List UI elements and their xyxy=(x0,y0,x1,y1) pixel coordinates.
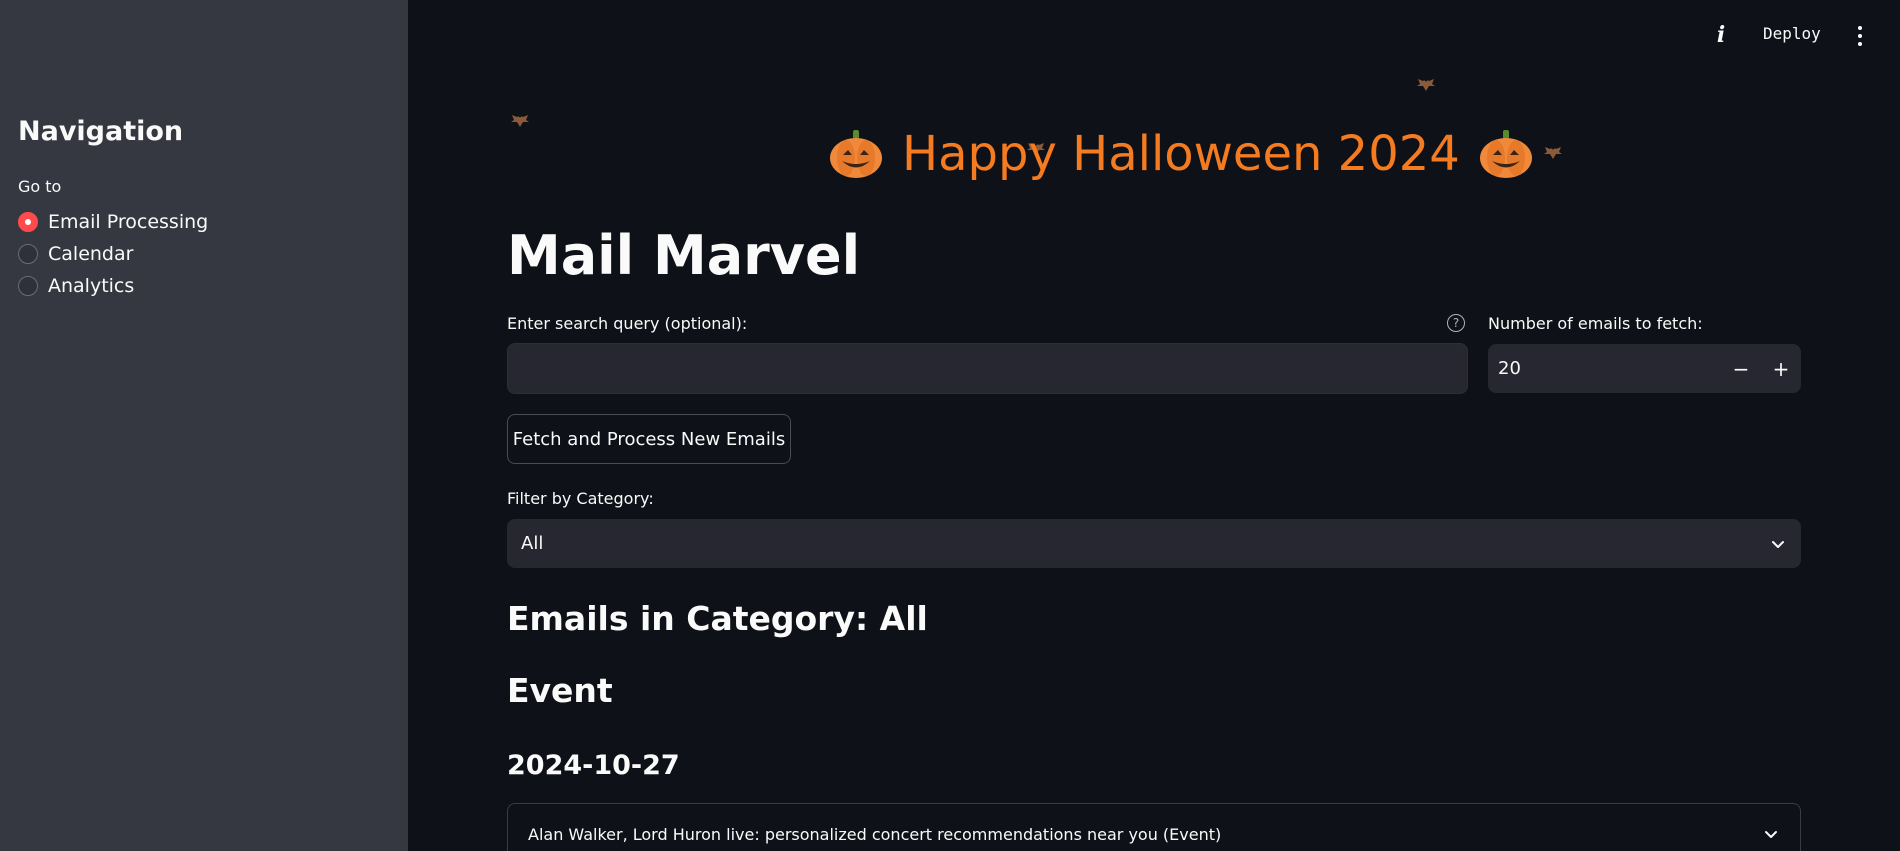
category-select[interactable]: All xyxy=(507,519,1801,568)
banner-text: Happy Halloween 2024 xyxy=(902,126,1460,182)
radio-email-processing[interactable]: Email Processing xyxy=(18,211,208,233)
page-title: Mail Marvel xyxy=(507,224,861,287)
kebab-menu-icon[interactable] xyxy=(1851,24,1869,48)
help-icon[interactable]: ? xyxy=(1447,314,1465,332)
bat-icon xyxy=(1544,147,1562,159)
email-subject: Alan Walker, Lord Huron live: personaliz… xyxy=(528,825,1222,844)
filter-label: Filter by Category: xyxy=(507,489,654,508)
count-label: Number of emails to fetch: xyxy=(1488,314,1703,333)
radio-unselected-icon xyxy=(18,276,38,296)
category-heading: Event xyxy=(507,671,613,710)
radio-label: Analytics xyxy=(48,275,135,297)
search-input[interactable] xyxy=(507,343,1468,394)
goto-label: Go to xyxy=(18,177,62,196)
halloween-banner: Happy Halloween 2024 xyxy=(828,126,1534,182)
email-count-value[interactable]: 20 xyxy=(1488,358,1721,379)
chevron-down-icon xyxy=(1765,831,1777,838)
radio-analytics[interactable]: Analytics xyxy=(18,275,134,297)
sidebar-title: Navigation xyxy=(18,116,184,147)
increment-button[interactable]: + xyxy=(1761,344,1801,393)
emails-heading: Emails in Category: All xyxy=(507,599,928,638)
bat-icon xyxy=(1417,79,1435,91)
pumpkin-icon xyxy=(830,130,882,178)
radio-calendar[interactable]: Calendar xyxy=(18,243,133,265)
fetch-emails-button[interactable]: Fetch and Process New Emails xyxy=(507,414,791,464)
radio-unselected-icon xyxy=(18,244,38,264)
pumpkin-icon xyxy=(1479,130,1532,178)
radio-selected-icon xyxy=(18,212,38,232)
deploy-button[interactable]: Deploy xyxy=(1763,24,1821,43)
decrement-button[interactable]: − xyxy=(1721,344,1761,393)
radio-label: Email Processing xyxy=(48,211,209,233)
chevron-down-icon xyxy=(1772,540,1784,548)
sidebar: Navigation Go to Email Processing Calend… xyxy=(0,0,408,851)
email-expander[interactable]: Alan Walker, Lord Huron live: personaliz… xyxy=(507,803,1801,851)
info-icon[interactable]: i xyxy=(1712,22,1730,48)
search-label: Enter search query (optional): xyxy=(507,314,748,333)
bat-icon xyxy=(511,115,529,127)
date-heading: 2024-10-27 xyxy=(507,750,680,781)
email-count-stepper[interactable]: 20 − + xyxy=(1488,344,1801,393)
category-select-value: All xyxy=(521,533,544,554)
radio-label: Calendar xyxy=(48,243,134,265)
